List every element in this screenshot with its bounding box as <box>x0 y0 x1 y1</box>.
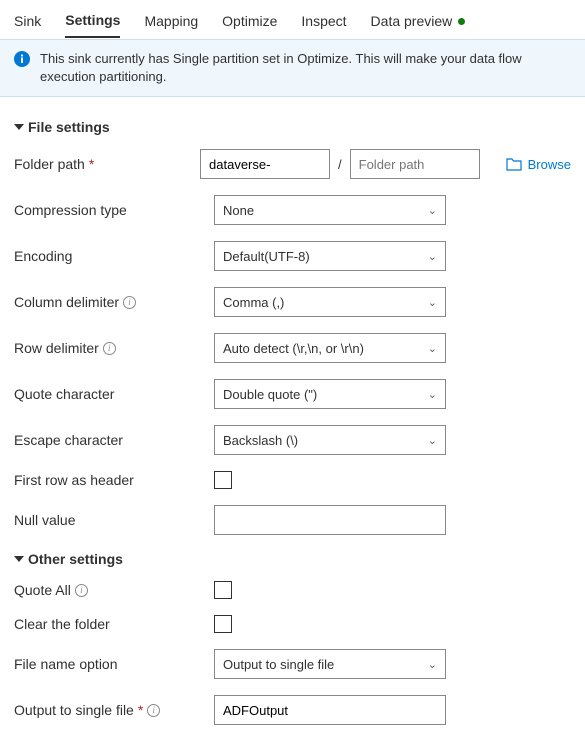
browse-button[interactable]: Browse <box>506 157 571 172</box>
status-dot-icon <box>458 18 465 25</box>
quote-character-value: Double quote (") <box>223 387 317 402</box>
tab-inspect[interactable]: Inspect <box>301 9 346 37</box>
folder-path-input-2[interactable] <box>350 149 480 179</box>
folder-icon <box>506 157 522 171</box>
tab-sink[interactable]: Sink <box>14 9 41 37</box>
content: File settings Folder path * / Browse Com… <box>0 97 585 753</box>
label-null-value: Null value <box>14 512 214 528</box>
info-icon[interactable]: i <box>75 584 88 597</box>
compression-type-dropdown[interactable]: None ⌄ <box>214 195 446 225</box>
row-folder-path: Folder path * / Browse <box>14 149 571 179</box>
escape-character-dropdown[interactable]: Backslash (\) ⌄ <box>214 425 446 455</box>
tabs-bar: Sink Settings Mapping Optimize Inspect D… <box>0 0 585 39</box>
browse-label: Browse <box>528 157 571 172</box>
quote-all-checkbox[interactable] <box>214 581 232 599</box>
null-value-input[interactable] <box>214 505 446 535</box>
row-file-name-option: File name option Output to single file ⌄ <box>14 649 571 679</box>
row-delimiter-dropdown[interactable]: Auto detect (\r,\n, or \r\n) ⌄ <box>214 333 446 363</box>
label-column-delimiter: Column delimiter i <box>14 294 214 310</box>
info-bar: This sink currently has Single partition… <box>0 39 585 97</box>
label-column-delimiter-text: Column delimiter <box>14 294 119 310</box>
output-single-file-input[interactable] <box>214 695 446 725</box>
clear-folder-checkbox[interactable] <box>214 615 232 633</box>
row-delimiter-value: Auto detect (\r,\n, or \r\n) <box>223 341 364 356</box>
label-output-single-file: Output to single file * i <box>14 702 214 718</box>
section-other-settings-label: Other settings <box>28 551 123 567</box>
file-name-option-dropdown[interactable]: Output to single file ⌄ <box>214 649 446 679</box>
row-column-delimiter: Column delimiter i Comma (,) ⌄ <box>14 287 571 317</box>
folder-path-input-1[interactable] <box>200 149 330 179</box>
row-encoding: Encoding Default(UTF-8) ⌄ <box>14 241 571 271</box>
chevron-down-icon: ⌄ <box>428 658 437 671</box>
tab-optimize[interactable]: Optimize <box>222 9 277 37</box>
file-name-option-value: Output to single file <box>223 657 334 672</box>
encoding-value: Default(UTF-8) <box>223 249 310 264</box>
info-icon <box>14 51 30 67</box>
chevron-down-icon: ⌄ <box>428 250 437 263</box>
chevron-down-icon: ⌄ <box>428 296 437 309</box>
required-marker: * <box>138 702 143 718</box>
row-row-delimiter: Row delimiter i Auto detect (\r,\n, or \… <box>14 333 571 363</box>
label-output-single-file-text: Output to single file <box>14 702 134 718</box>
label-file-name-option: File name option <box>14 656 214 672</box>
label-row-delimiter-text: Row delimiter <box>14 340 99 356</box>
label-folder-path-text: Folder path <box>14 156 85 172</box>
row-output-single-file: Output to single file * i <box>14 695 571 725</box>
first-row-header-checkbox[interactable] <box>214 471 232 489</box>
label-first-row-header: First row as header <box>14 472 214 488</box>
tab-data-preview[interactable]: Data preview <box>371 9 466 37</box>
label-quote-all: Quote All i <box>14 582 214 598</box>
chevron-down-icon: ⌄ <box>428 388 437 401</box>
required-marker: * <box>89 156 94 172</box>
row-compression-type: Compression type None ⌄ <box>14 195 571 225</box>
chevron-down-icon: ⌄ <box>428 204 437 217</box>
label-encoding: Encoding <box>14 248 214 264</box>
chevron-down-icon: ⌄ <box>428 434 437 447</box>
tab-mapping[interactable]: Mapping <box>144 9 198 37</box>
row-null-value: Null value <box>14 505 571 535</box>
column-delimiter-value: Comma (,) <box>223 295 284 310</box>
row-clear-folder: Clear the folder <box>14 615 571 633</box>
section-other-settings[interactable]: Other settings <box>14 551 571 567</box>
row-quote-all: Quote All i <box>14 581 571 599</box>
quote-character-dropdown[interactable]: Double quote (") ⌄ <box>214 379 446 409</box>
tab-data-preview-label: Data preview <box>371 13 453 29</box>
caret-down-icon <box>14 556 24 562</box>
escape-character-value: Backslash (\) <box>223 433 298 448</box>
label-compression-type: Compression type <box>14 202 214 218</box>
info-icon[interactable]: i <box>103 342 116 355</box>
info-icon[interactable]: i <box>147 704 160 717</box>
row-escape-character: Escape character Backslash (\) ⌄ <box>14 425 571 455</box>
label-clear-folder: Clear the folder <box>14 616 214 632</box>
caret-down-icon <box>14 124 24 130</box>
tab-settings[interactable]: Settings <box>65 8 120 38</box>
section-file-settings[interactable]: File settings <box>14 119 571 135</box>
label-row-delimiter: Row delimiter i <box>14 340 214 356</box>
encoding-dropdown[interactable]: Default(UTF-8) ⌄ <box>214 241 446 271</box>
row-first-row-header: First row as header <box>14 471 571 489</box>
column-delimiter-dropdown[interactable]: Comma (,) ⌄ <box>214 287 446 317</box>
label-quote-all-text: Quote All <box>14 582 71 598</box>
folder-path-inputs: / Browse <box>200 149 571 179</box>
label-folder-path: Folder path * <box>14 156 200 172</box>
path-separator: / <box>336 157 344 172</box>
info-icon[interactable]: i <box>123 296 136 309</box>
compression-type-value: None <box>223 203 254 218</box>
section-file-settings-label: File settings <box>28 119 110 135</box>
label-escape-character: Escape character <box>14 432 214 448</box>
info-bar-text: This sink currently has Single partition… <box>40 50 571 86</box>
chevron-down-icon: ⌄ <box>428 342 437 355</box>
row-quote-character: Quote character Double quote (") ⌄ <box>14 379 571 409</box>
label-quote-character: Quote character <box>14 386 214 402</box>
